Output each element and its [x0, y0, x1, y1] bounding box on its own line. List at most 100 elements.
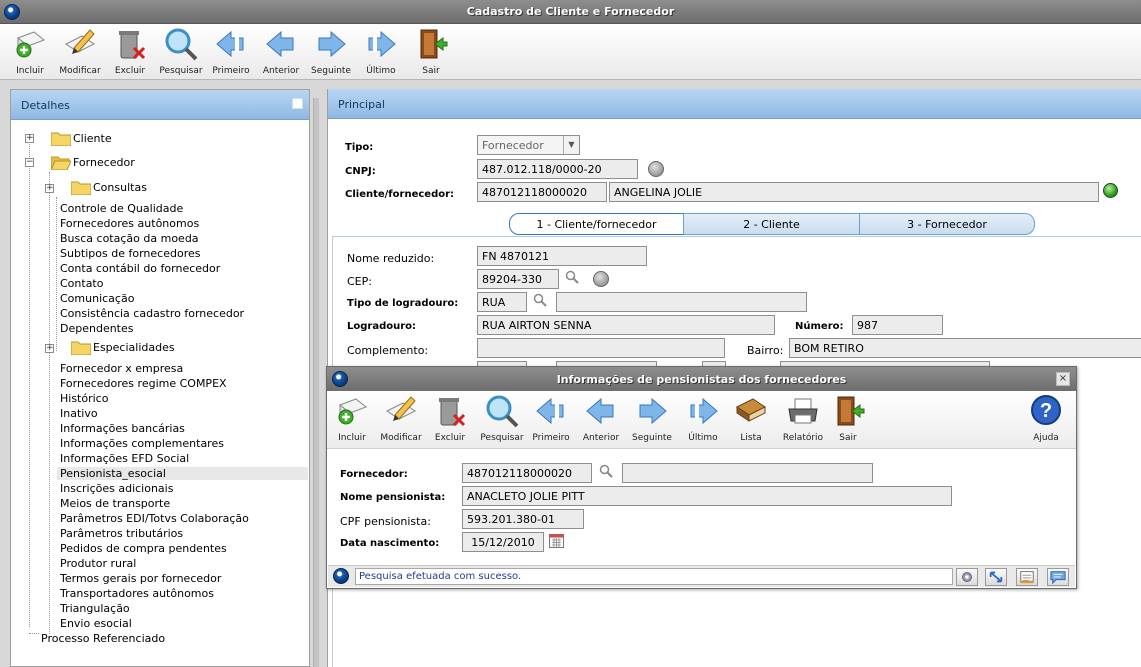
tree-leaf[interactable]: Triangulação: [60, 602, 130, 615]
tipo-logradouro-desc-field[interactable]: [556, 292, 807, 312]
sair-button[interactable]: Sair: [406, 26, 456, 76]
cliente-fornecedor-name-field[interactable]: ANGELINA JOLIE: [609, 182, 1099, 202]
cliente-fornecedor-code-field[interactable]: 487012118000020: [477, 182, 607, 202]
tree-node-processo-referenciado[interactable]: Processo Referenciado: [41, 632, 165, 645]
tree-leaf[interactable]: Busca cotação da moeda: [60, 232, 199, 245]
numero-field[interactable]: 987: [852, 315, 943, 335]
cnpj-field[interactable]: 487.012.118/0000-20: [477, 159, 638, 179]
cep-lookup-icon[interactable]: [593, 271, 609, 287]
pesquisar-button[interactable]: Pesquisar: [156, 26, 206, 76]
tab-fornecedor[interactable]: 3 - Fornecedor: [859, 213, 1035, 235]
dlg-primeiro-button[interactable]: Primeiro: [526, 393, 576, 443]
tree-leaf[interactable]: Inativo: [60, 407, 98, 420]
tree-leaf[interactable]: Transportadores autônomos: [60, 587, 214, 600]
cpf-pensionista-field[interactable]: 593.201.380-01: [462, 509, 584, 529]
panel-toggle-button[interactable]: [292, 98, 303, 109]
dlg-sair-button[interactable]: Sair: [823, 393, 873, 443]
nome-reduzido-field[interactable]: FN 4870121: [477, 246, 647, 266]
tree-leaf[interactable]: Subtipos de fornecedores: [60, 247, 200, 260]
tipo-select[interactable]: Fornecedor ▼: [477, 135, 580, 155]
tab-cliente-fornecedor[interactable]: 1 - Cliente/fornecedor: [509, 213, 684, 235]
tree-expander-fornecedor[interactable]: −: [25, 158, 34, 167]
dlg-seguinte-button[interactable]: Seguinte: [627, 393, 677, 443]
tree-leaf-selected[interactable]: Pensionista_esocial: [57, 467, 308, 480]
tree-leaf[interactable]: Informações bancárias: [60, 422, 185, 435]
ultimo-button[interactable]: Último: [356, 26, 406, 76]
chevron-down-icon: ▼: [563, 136, 579, 154]
anterior-button[interactable]: Anterior: [256, 26, 306, 76]
tree-expander-cliente[interactable]: +: [25, 134, 34, 143]
dlg-ajuda-button[interactable]: ? Ajuda: [1021, 393, 1071, 443]
tree-leaf[interactable]: Controle de Qualidade: [60, 202, 183, 215]
tree-node-cliente[interactable]: Cliente: [73, 132, 112, 145]
tree-leaf[interactable]: Fornecedores regime COMPEX: [60, 377, 227, 390]
bairro-field[interactable]: BOM RETIRO: [789, 338, 1141, 358]
close-icon[interactable]: ×: [1056, 372, 1070, 386]
tree-leaf[interactable]: Envio esocial: [60, 617, 132, 630]
tree-leaf[interactable]: Comunicação: [60, 292, 134, 305]
panel-splitter[interactable]: [313, 98, 319, 667]
cep-field[interactable]: 89204-330: [477, 269, 559, 289]
tree-leaf[interactable]: Consistência cadastro fornecedor: [60, 307, 244, 320]
dlg-modificar-button[interactable]: Modificar: [376, 393, 426, 443]
tree-leaf[interactable]: Contato: [60, 277, 103, 290]
settings-gear-button[interactable]: [956, 568, 978, 586]
search-icon[interactable]: [599, 464, 613, 478]
search-magnifier-icon: [486, 395, 519, 428]
dlg-fornecedor-desc-field[interactable]: [622, 463, 873, 483]
add-document-icon: [16, 31, 45, 58]
tipo-logradouro-field[interactable]: RUA: [477, 292, 527, 312]
tree-leaf[interactable]: Informações complementares: [60, 437, 224, 450]
complemento-field[interactable]: [477, 338, 725, 358]
tree-expander-especialidades[interactable]: +: [45, 344, 54, 353]
incluir-button[interactable]: Incluir: [5, 26, 55, 76]
dlg-relatorio-button[interactable]: Relatório: [778, 393, 828, 443]
dlg-pesquisar-button[interactable]: Pesquisar: [477, 393, 527, 443]
tree-leaf[interactable]: Inscrições adicionais: [60, 482, 173, 495]
dlg-excluir-button[interactable]: Excluir: [425, 393, 475, 443]
tree-leaf[interactable]: Fornecedor x empresa: [60, 362, 183, 375]
excluir-button[interactable]: Excluir: [105, 26, 155, 76]
tree-leaf[interactable]: Parâmetros EDI/Totvs Colaboração: [60, 512, 249, 525]
dlg-fornecedor-code-field[interactable]: 487012118000020: [462, 463, 592, 483]
tree-leaf[interactable]: Parâmetros tributários: [60, 527, 183, 540]
trash-delete-icon: [439, 398, 466, 427]
nome-pensionista-field[interactable]: ANACLETO JOLIE PITT: [462, 486, 952, 506]
tree-node-especialidades[interactable]: Especialidades: [93, 341, 175, 354]
modificar-button[interactable]: Modificar: [55, 26, 105, 76]
dlg-anterior-button[interactable]: Anterior: [576, 393, 626, 443]
notes-button[interactable]: [1016, 568, 1038, 586]
data-nascimento-field[interactable]: 15/12/2010: [462, 532, 544, 552]
tree-leaf[interactable]: Conta contábil do fornecedor: [60, 262, 220, 275]
primeiro-button[interactable]: Primeiro: [206, 26, 256, 76]
tree-leaf[interactable]: Histórico: [60, 392, 108, 405]
complemento-label: Complemento:: [347, 344, 429, 357]
search-icon[interactable]: [565, 270, 579, 284]
folder-icon: [51, 132, 71, 146]
tab-cliente[interactable]: 2 - Cliente: [683, 213, 860, 235]
cep-label: CEP:: [347, 275, 372, 288]
tree-leaf[interactable]: Meios de transporte: [60, 497, 170, 510]
tree-leaf[interactable]: Dependentes: [60, 322, 134, 335]
dlg-incluir-button[interactable]: Incluir: [327, 393, 377, 443]
dlg-lista-button[interactable]: Lista: [726, 393, 776, 443]
status-ok-icon: [1103, 183, 1118, 198]
dlg-ultimo-button[interactable]: Último: [678, 393, 728, 443]
tree-leaf[interactable]: Produtor rural: [60, 557, 136, 570]
chat-button[interactable]: [1047, 568, 1069, 586]
tree-node-fornecedor[interactable]: Fornecedor: [73, 156, 135, 169]
tree-expander-consultas[interactable]: +: [45, 184, 54, 193]
resize-button[interactable]: [985, 568, 1007, 586]
seguinte-button[interactable]: Seguinte: [306, 26, 356, 76]
search-icon[interactable]: [533, 293, 547, 307]
tree-leaf[interactable]: Fornecedores autônomos: [60, 217, 199, 230]
tree-leaf[interactable]: Informações EFD Social: [60, 452, 189, 465]
tree-leaf[interactable]: Termos gerais por fornecedor: [60, 572, 221, 585]
tree-leaf[interactable]: Pedidos de compra pendentes: [60, 542, 227, 555]
add-document-icon: [338, 398, 367, 425]
cnpj-lookup-icon[interactable]: [648, 161, 664, 177]
calendar-icon[interactable]: [549, 534, 564, 548]
resize-arrows-icon: [989, 571, 1003, 583]
tree-node-consultas[interactable]: Consultas: [93, 181, 147, 194]
logradouro-field[interactable]: RUA AIRTON SENNA: [477, 315, 775, 335]
